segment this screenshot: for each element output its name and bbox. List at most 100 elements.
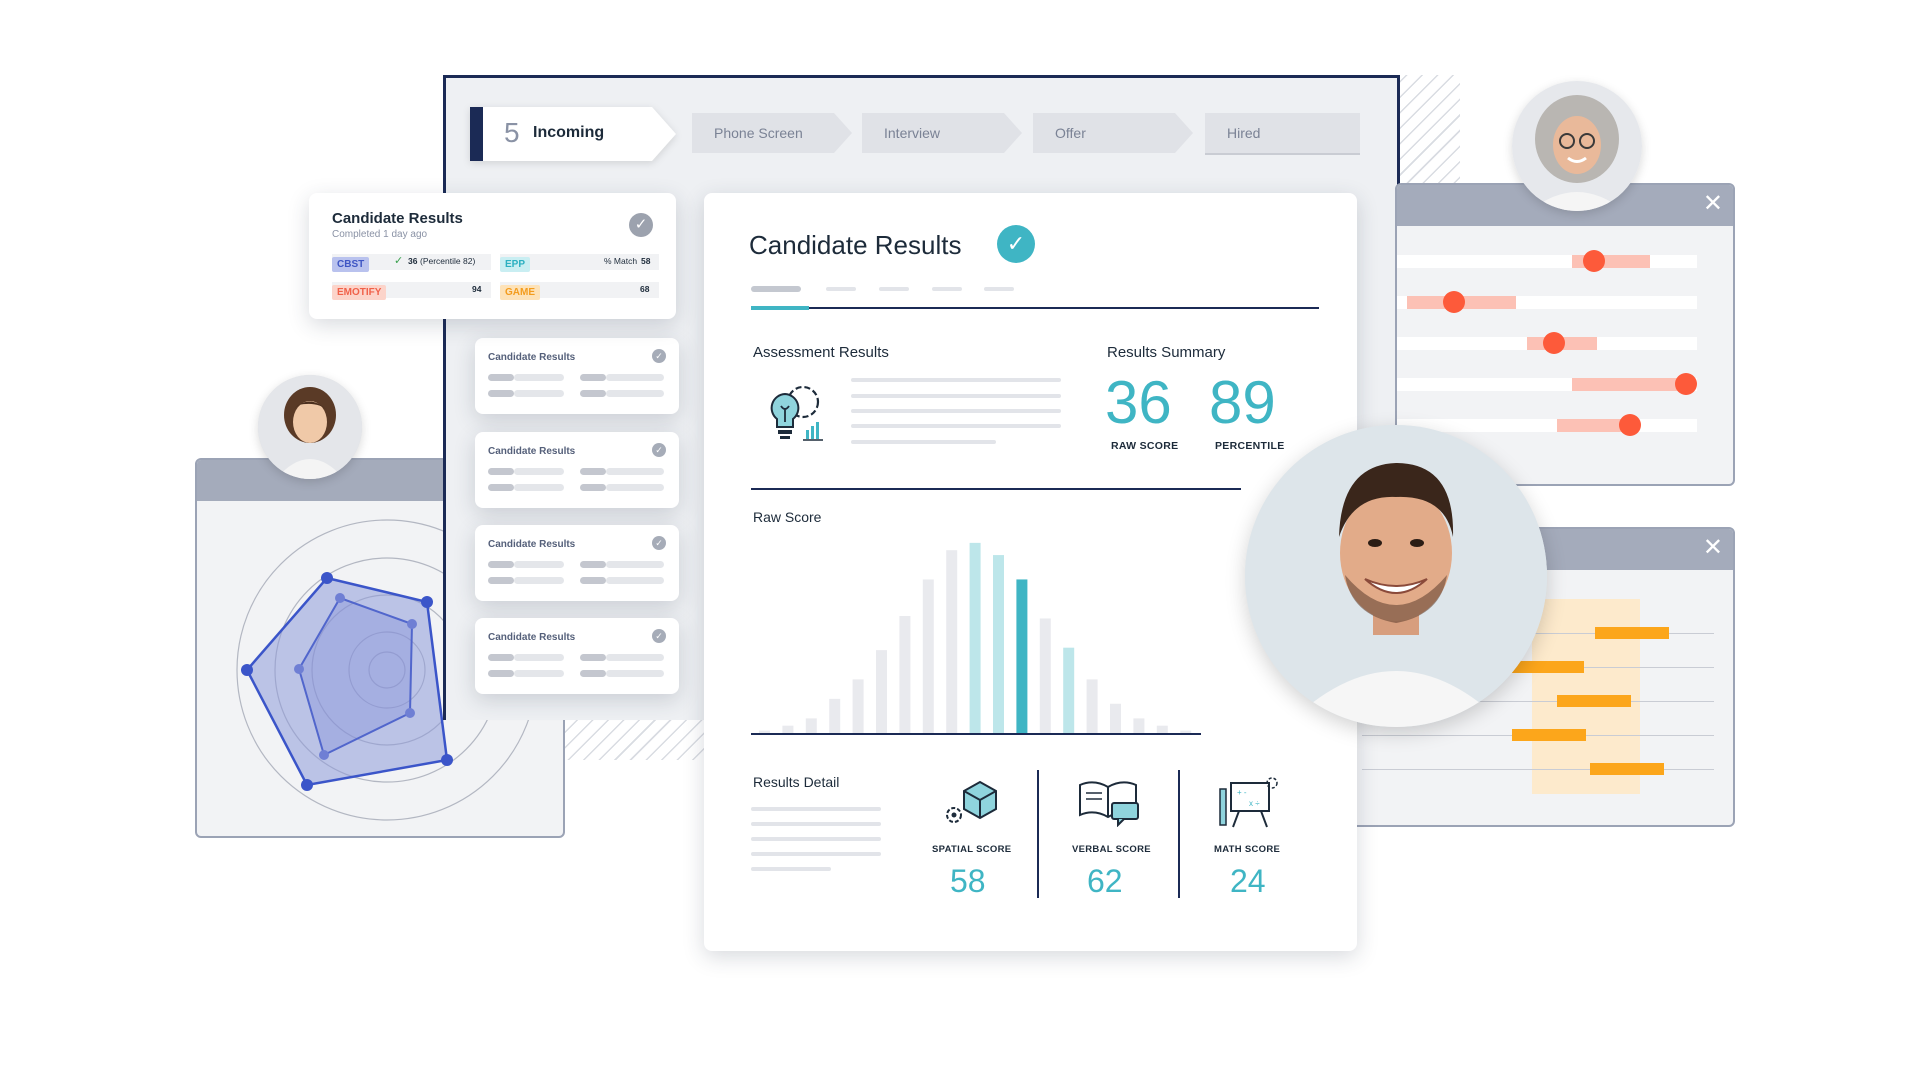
chart-bar [1133,718,1145,733]
candidate-summary-card[interactable]: Candidate Results Completed 1 day ago ✓ … [309,193,676,319]
chart-bar [805,718,817,733]
svg-text:+ -: + - [1237,788,1247,797]
score-row-game: GAME 68 [500,282,659,300]
chart-bar [1156,725,1168,733]
tab-indicator[interactable] [984,287,1014,291]
book-chat-icon [1079,781,1139,827]
summary-card-subtitle: Completed 1 day ago [332,229,428,240]
cbst-percentile: (Percentile 82) [420,256,476,266]
whiteboard-icon: + - x ÷ [1219,777,1278,828]
candidate-avatar [258,375,362,479]
placeholder-line [751,867,831,871]
spatial-score-label: SPATIAL SCORE [932,844,1012,855]
chart-bar [899,616,911,733]
slider-handle[interactable] [1619,414,1641,436]
slider-track[interactable] [1397,291,1697,313]
slider-range [1572,378,1689,391]
epp-match-label: % Match [604,256,638,266]
placeholder-line [751,822,881,826]
tab-underline [751,307,1319,309]
placeholder-line [851,394,1061,398]
slider-handle[interactable] [1543,332,1566,354]
placeholder-line [851,424,1061,428]
chart-bar [782,725,794,733]
incoming-count: 5 [504,117,520,148]
chart-bar [876,650,887,733]
emotify-score: 94 [472,284,482,294]
detail-divider [1037,770,1039,898]
cbst-tag: CBST [332,257,370,272]
slider-handle[interactable] [1582,250,1605,272]
percentile-value: 89 [1209,369,1276,436]
check-icon: ✓ [394,255,404,267]
stage-hired[interactable]: Hired [1205,113,1360,153]
placeholder-line [751,852,881,856]
mini-result-card[interactable]: Candidate Results ✓ [475,432,679,508]
assessment-heading: Assessment Results [753,344,889,361]
math-score-value: 24 [1230,863,1266,899]
close-icon[interactable]: ✕ [1703,192,1723,216]
blocks-gear-icon [946,780,997,823]
raw-score-chart [751,542,1201,735]
close-icon[interactable]: ✕ [1703,536,1723,560]
placeholder-line [751,837,881,841]
slider-handle[interactable] [1675,373,1697,395]
game-tag: GAME [500,285,540,300]
slider-track[interactable] [1397,373,1697,395]
section-divider [751,488,1241,490]
stage-interview[interactable]: Interview [862,113,1022,153]
placeholder-line [751,807,881,811]
check-icon: ✓ [652,443,666,457]
mini-result-card[interactable]: Candidate Results ✓ [475,338,679,414]
candidate-avatar [1245,425,1547,727]
main-card-title: Candidate Results [749,230,962,260]
slider-range [1557,419,1628,432]
mini-result-card[interactable]: Candidate Results ✓ [475,618,679,694]
check-circle-icon: ✓ [629,213,653,237]
portrait-image [1245,425,1547,727]
mini-card-title: Candidate Results [488,539,576,550]
mini-card-title: Candidate Results [488,632,576,643]
mini-result-card[interactable]: Candidate Results ✓ [475,525,679,601]
emotify-tag: EMOTIFY [332,285,387,300]
stage-phone-screen[interactable]: Phone Screen [692,113,852,153]
incoming-label: Incoming [533,124,605,141]
slider-track[interactable] [1397,414,1697,436]
mini-card-title: Candidate Results [488,446,576,457]
detail-divider [1178,770,1180,898]
chart-bar [1016,579,1028,733]
slider-track[interactable] [1397,250,1697,272]
math-score-label: MATH SCORE [1214,844,1281,855]
stage-offer[interactable]: Offer [1033,113,1193,153]
tab-indicator[interactable] [932,287,962,291]
tab-indicator[interactable] [826,287,856,291]
slider-handle[interactable] [1442,291,1465,313]
stage-incoming[interactable]: 5 Incoming [470,107,676,161]
chart-bar [946,550,958,733]
timeline-bar [1590,763,1664,775]
verbal-score-label: VERBAL SCORE [1072,844,1151,855]
tab-indicator-active[interactable] [751,286,801,292]
score-row-emotify: EMOTIFY 94 [332,282,491,300]
spatial-score-value: 58 [950,863,986,899]
tab-indicator[interactable] [879,287,909,291]
summary-card-title: Candidate Results [332,210,463,227]
mini-card-title: Candidate Results [488,352,576,363]
raw-score-label: RAW SCORE [1111,440,1179,452]
stage-hired-shadow [1205,153,1360,155]
svg-text:x ÷: x ÷ [1249,799,1260,808]
chart-bar [852,679,864,733]
lightbulb-gear-icon [770,385,823,441]
check-icon: ✓ [652,536,666,550]
chart-bar [969,542,981,733]
check-icon: ✓ [652,629,666,643]
chart-bar [993,555,1004,733]
slider-track[interactable] [1397,332,1697,354]
placeholder-line [851,409,1061,413]
chart-bar [1063,647,1075,733]
candidate-avatar [1512,81,1642,211]
score-row-epp: EPP % Match 58 [500,254,659,272]
chart-bar [922,579,934,733]
epp-match-value: 58 [641,256,651,266]
epp-tag: EPP [500,257,531,272]
